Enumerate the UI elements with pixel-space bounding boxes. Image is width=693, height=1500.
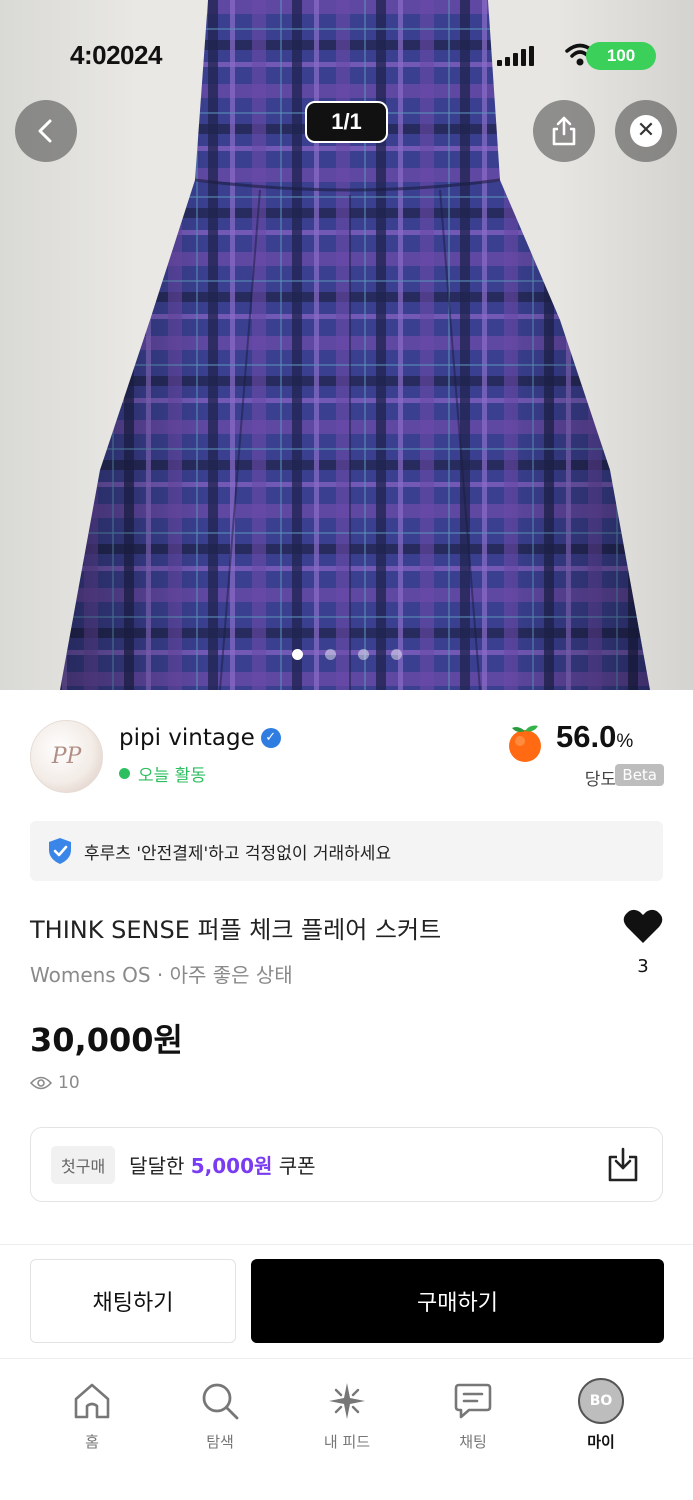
eye-icon bbox=[30, 1076, 52, 1090]
pagination-dot[interactable] bbox=[358, 649, 369, 660]
view-count: 10 bbox=[30, 1073, 80, 1093]
product-title: THINK SENSE 퍼플 체크 플레어 스커트 bbox=[30, 916, 442, 944]
divider bbox=[0, 1244, 693, 1245]
tab-home-label: 홈 bbox=[85, 1433, 99, 1451]
close-icon: ✕ bbox=[630, 115, 662, 147]
image-page-counter: 1/1 bbox=[305, 101, 388, 143]
shield-check-icon bbox=[49, 838, 71, 864]
product-price: 30,000원 bbox=[30, 1021, 183, 1059]
online-dot-icon bbox=[119, 768, 130, 779]
heart-icon bbox=[623, 909, 663, 943]
battery-indicator: 100 bbox=[586, 42, 656, 70]
download-icon[interactable] bbox=[606, 1146, 640, 1184]
safe-payment-text: 후루츠 '안전결제'하고 걱정없이 거래하세요 bbox=[84, 843, 392, 864]
coupon-banner[interactable]: 첫구매 달달한 5,000원 쿠폰 bbox=[30, 1127, 663, 1202]
close-button[interactable]: ✕ bbox=[615, 100, 677, 162]
back-button[interactable] bbox=[15, 100, 77, 162]
sweetness-label: 당도 bbox=[584, 770, 616, 790]
product-meta: Womens OS · 아주 좋은 상태 bbox=[30, 963, 293, 987]
like-count: 3 bbox=[637, 956, 649, 977]
status-time: 4:02024 bbox=[70, 40, 162, 70]
seller-name-row[interactable]: pipi vintage ✓ bbox=[119, 725, 281, 751]
tab-my[interactable]: BO 마이 bbox=[556, 1378, 646, 1452]
pagination-dot[interactable] bbox=[325, 649, 336, 660]
beta-badge: Beta bbox=[615, 764, 664, 786]
tab-search-label: 탐색 bbox=[206, 1433, 234, 1451]
chevron-left-icon bbox=[38, 119, 52, 143]
coupon-text: 달달한 5,000원 쿠폰 bbox=[129, 1154, 316, 1178]
chat-icon bbox=[454, 1383, 492, 1419]
seller-activity: 오늘 활동 bbox=[119, 761, 206, 786]
seller-activity-label: 오늘 활동 bbox=[138, 766, 206, 786]
coupon-amount: 5,000원 bbox=[190, 1154, 273, 1178]
sweetness-value: 56.0% bbox=[556, 719, 634, 754]
tab-chat[interactable]: 채팅 bbox=[428, 1379, 518, 1452]
buy-button[interactable]: 구매하기 bbox=[251, 1259, 664, 1343]
signal-icon bbox=[497, 46, 534, 66]
seller-avatar[interactable]: PP bbox=[30, 720, 103, 793]
view-count-value: 10 bbox=[58, 1073, 80, 1093]
status-bar: 4:02024 100 bbox=[0, 30, 693, 80]
tab-chat-label: 채팅 bbox=[459, 1433, 487, 1451]
first-purchase-tag: 첫구매 bbox=[51, 1145, 116, 1184]
tab-feed-label: 내 피드 bbox=[323, 1433, 371, 1451]
seller-row[interactable]: PP pipi vintage ✓ 오늘 활동 56.0% 당도 Beta bbox=[30, 717, 670, 797]
tab-search[interactable]: 탐색 bbox=[175, 1379, 265, 1452]
bottom-tab-bar: 홈 탐색 내 피드 채팅 BO 마이 bbox=[0, 1358, 693, 1500]
tab-feed[interactable]: 내 피드 bbox=[302, 1379, 392, 1452]
pagination-dot-active[interactable] bbox=[292, 649, 303, 660]
sweetness-score[interactable]: 56.0% 당도 Beta bbox=[504, 717, 664, 797]
share-icon bbox=[552, 116, 576, 146]
pagination-dot[interactable] bbox=[391, 649, 402, 660]
seller-avatar-monogram: PP bbox=[51, 744, 82, 769]
gallery-pagination bbox=[292, 649, 402, 660]
chat-button[interactable]: 채팅하기 bbox=[30, 1259, 236, 1343]
tab-home[interactable]: 홈 bbox=[47, 1379, 137, 1452]
tab-my-label: 마이 bbox=[587, 1433, 615, 1451]
profile-avatar: BO bbox=[578, 1378, 624, 1424]
orange-fruit-icon bbox=[509, 725, 541, 762]
share-button[interactable] bbox=[533, 100, 595, 162]
search-icon bbox=[202, 1383, 239, 1420]
product-image-gallery[interactable]: 4:02024 100 1/1 ✕ bbox=[0, 0, 693, 690]
safe-payment-notice[interactable]: 후루츠 '안전결제'하고 걱정없이 거래하세요 bbox=[30, 821, 663, 881]
seller-name: pipi vintage bbox=[119, 725, 255, 751]
sparkle-icon bbox=[329, 1383, 365, 1419]
verified-icon: ✓ bbox=[260, 728, 281, 748]
home-icon bbox=[74, 1383, 110, 1419]
like-button[interactable]: 3 bbox=[620, 908, 666, 977]
